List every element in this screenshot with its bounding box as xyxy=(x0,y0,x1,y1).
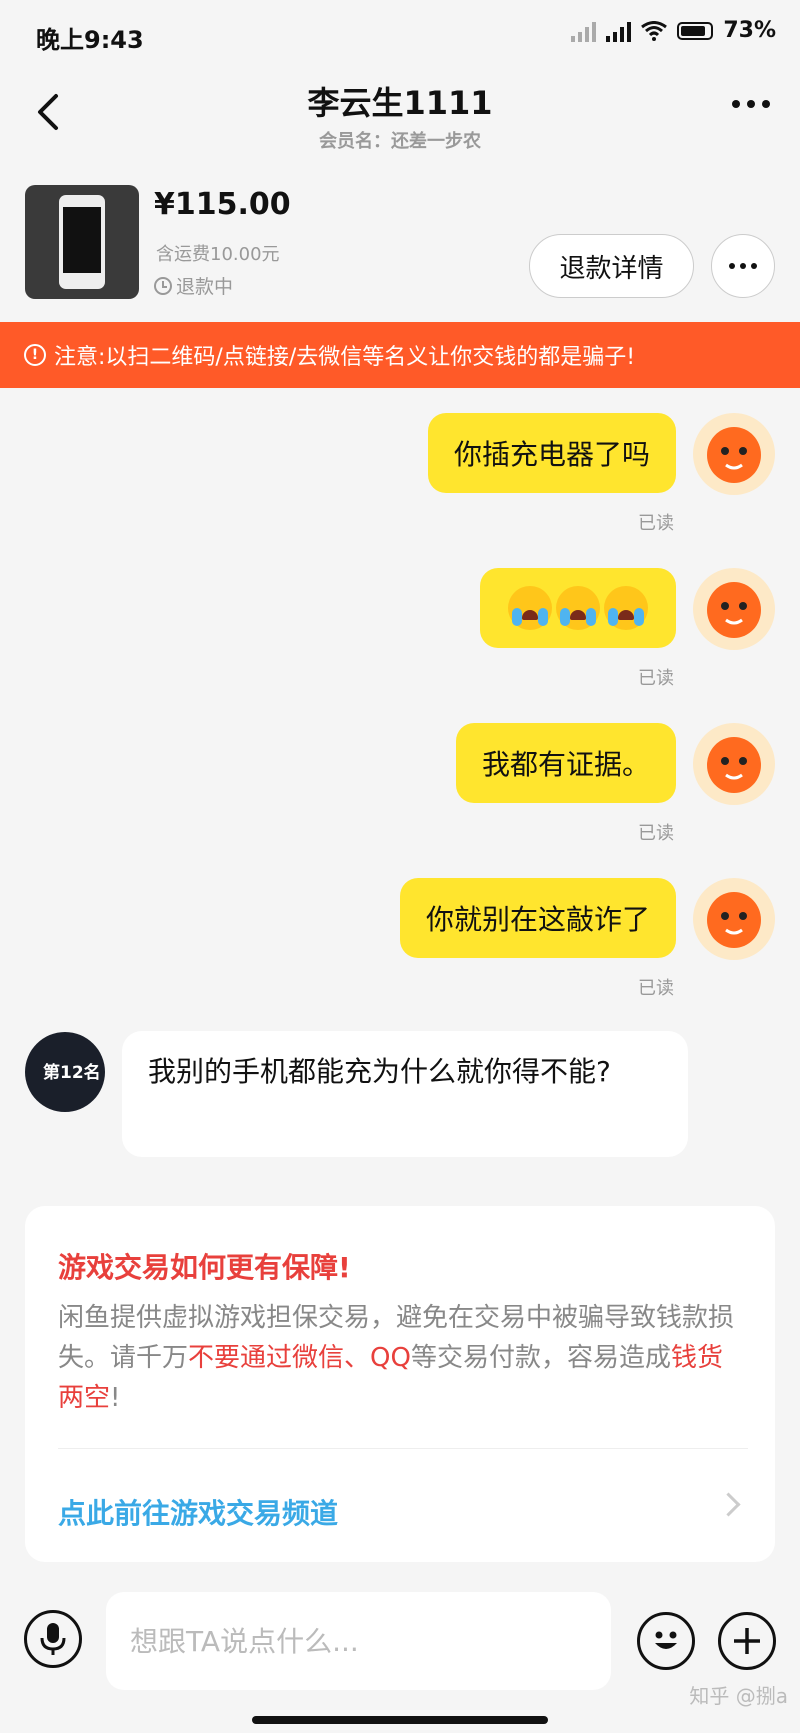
game-trade-card: 游戏交易如何更有保障! 闲鱼提供虚拟游戏担保交易，避免在交易中被骗导致钱款损失。… xyxy=(25,1206,775,1562)
shipping-fee: 含运费10.00元 xyxy=(156,244,280,265)
read-receipt: 已读 xyxy=(638,513,674,534)
alert-icon: ! xyxy=(24,344,46,366)
crying-emoji-icon xyxy=(604,586,648,630)
avatar-me[interactable] xyxy=(693,878,775,960)
divider xyxy=(58,1448,748,1449)
warning-text: 注意:以扫二维码/点链接/去微信等名义让你交钱的都是骗子! xyxy=(54,345,636,370)
more-options-icon[interactable] xyxy=(732,100,770,108)
fraud-warning-banner: ! 注意:以扫二维码/点链接/去微信等名义让你交钱的都是骗子! xyxy=(0,322,800,388)
microphone-icon xyxy=(40,1623,66,1655)
message-bubble-sent[interactable]: 你就别在这敲诈了 xyxy=(399,878,676,958)
status-bar: 晚上9:43 73% xyxy=(0,0,800,70)
message-bubble-sent[interactable] xyxy=(480,568,676,648)
watermark: 知乎 @捌a xyxy=(689,1684,788,1708)
order-status: 退款中 xyxy=(154,272,233,299)
product-thumbnail[interactable] xyxy=(25,185,139,299)
read-receipt: 已读 xyxy=(638,823,674,844)
wifi-icon xyxy=(641,20,668,41)
battery-icon xyxy=(677,21,714,40)
emoji-button[interactable] xyxy=(637,1612,695,1670)
read-receipt: 已读 xyxy=(638,668,674,689)
order-status-label: 退款中 xyxy=(176,276,234,298)
phone-image xyxy=(59,195,105,289)
chat-title: 李云生1111 xyxy=(307,84,493,122)
avatar-me[interactable] xyxy=(693,723,775,805)
clock-icon xyxy=(154,276,172,295)
avatar-me[interactable] xyxy=(693,413,775,495)
message-bubble-received[interactable]: 我别的手机都能充为什么就你得不能? xyxy=(122,1031,688,1157)
status-time: 晚上9:43 xyxy=(36,26,144,54)
crying-emoji-icon xyxy=(556,586,600,630)
signal-icon xyxy=(606,20,632,42)
product-price: ¥115.00 xyxy=(154,187,291,222)
read-receipt: 已读 xyxy=(638,978,674,999)
voice-input-button[interactable] xyxy=(24,1610,82,1668)
mascot-avatar-icon xyxy=(707,737,761,793)
avatar-text: 第12名 xyxy=(43,1063,101,1083)
crying-emoji-icon xyxy=(508,586,552,630)
signal-icon xyxy=(571,20,597,42)
avatar-me[interactable] xyxy=(693,568,775,650)
mascot-avatar-icon xyxy=(707,892,761,948)
message-input[interactable] xyxy=(106,1592,611,1690)
refund-details-button[interactable]: 退款详情 xyxy=(529,234,694,298)
order-more-button[interactable] xyxy=(711,234,775,298)
card-title: 游戏交易如何更有保障! xyxy=(58,1251,351,1284)
plus-icon xyxy=(734,1628,760,1654)
card-body: 闲鱼提供虚拟游戏担保交易，避免在交易中被骗导致钱款损失。请千万不要通过微信、QQ… xyxy=(58,1303,735,1413)
game-channel-link[interactable]: 点此前往游戏交易频道 xyxy=(58,1492,338,1532)
status-icons: 73% xyxy=(571,18,776,43)
chevron-right-icon[interactable] xyxy=(716,1492,741,1517)
message-bubble-sent[interactable]: 你插充电器了吗 xyxy=(427,413,676,493)
smiley-icon xyxy=(655,1631,677,1649)
mascot-avatar-icon xyxy=(707,427,761,483)
mascot-avatar-icon xyxy=(707,582,761,638)
battery-level: 73% xyxy=(723,18,776,43)
add-attachment-button[interactable] xyxy=(718,1612,776,1670)
message-bubble-sent[interactable]: 我都有证据。 xyxy=(455,723,676,803)
member-name: 会员名：还差一步农 xyxy=(319,131,481,152)
avatar-other[interactable]: 第12名 xyxy=(25,1032,105,1112)
home-indicator[interactable] xyxy=(252,1716,548,1724)
